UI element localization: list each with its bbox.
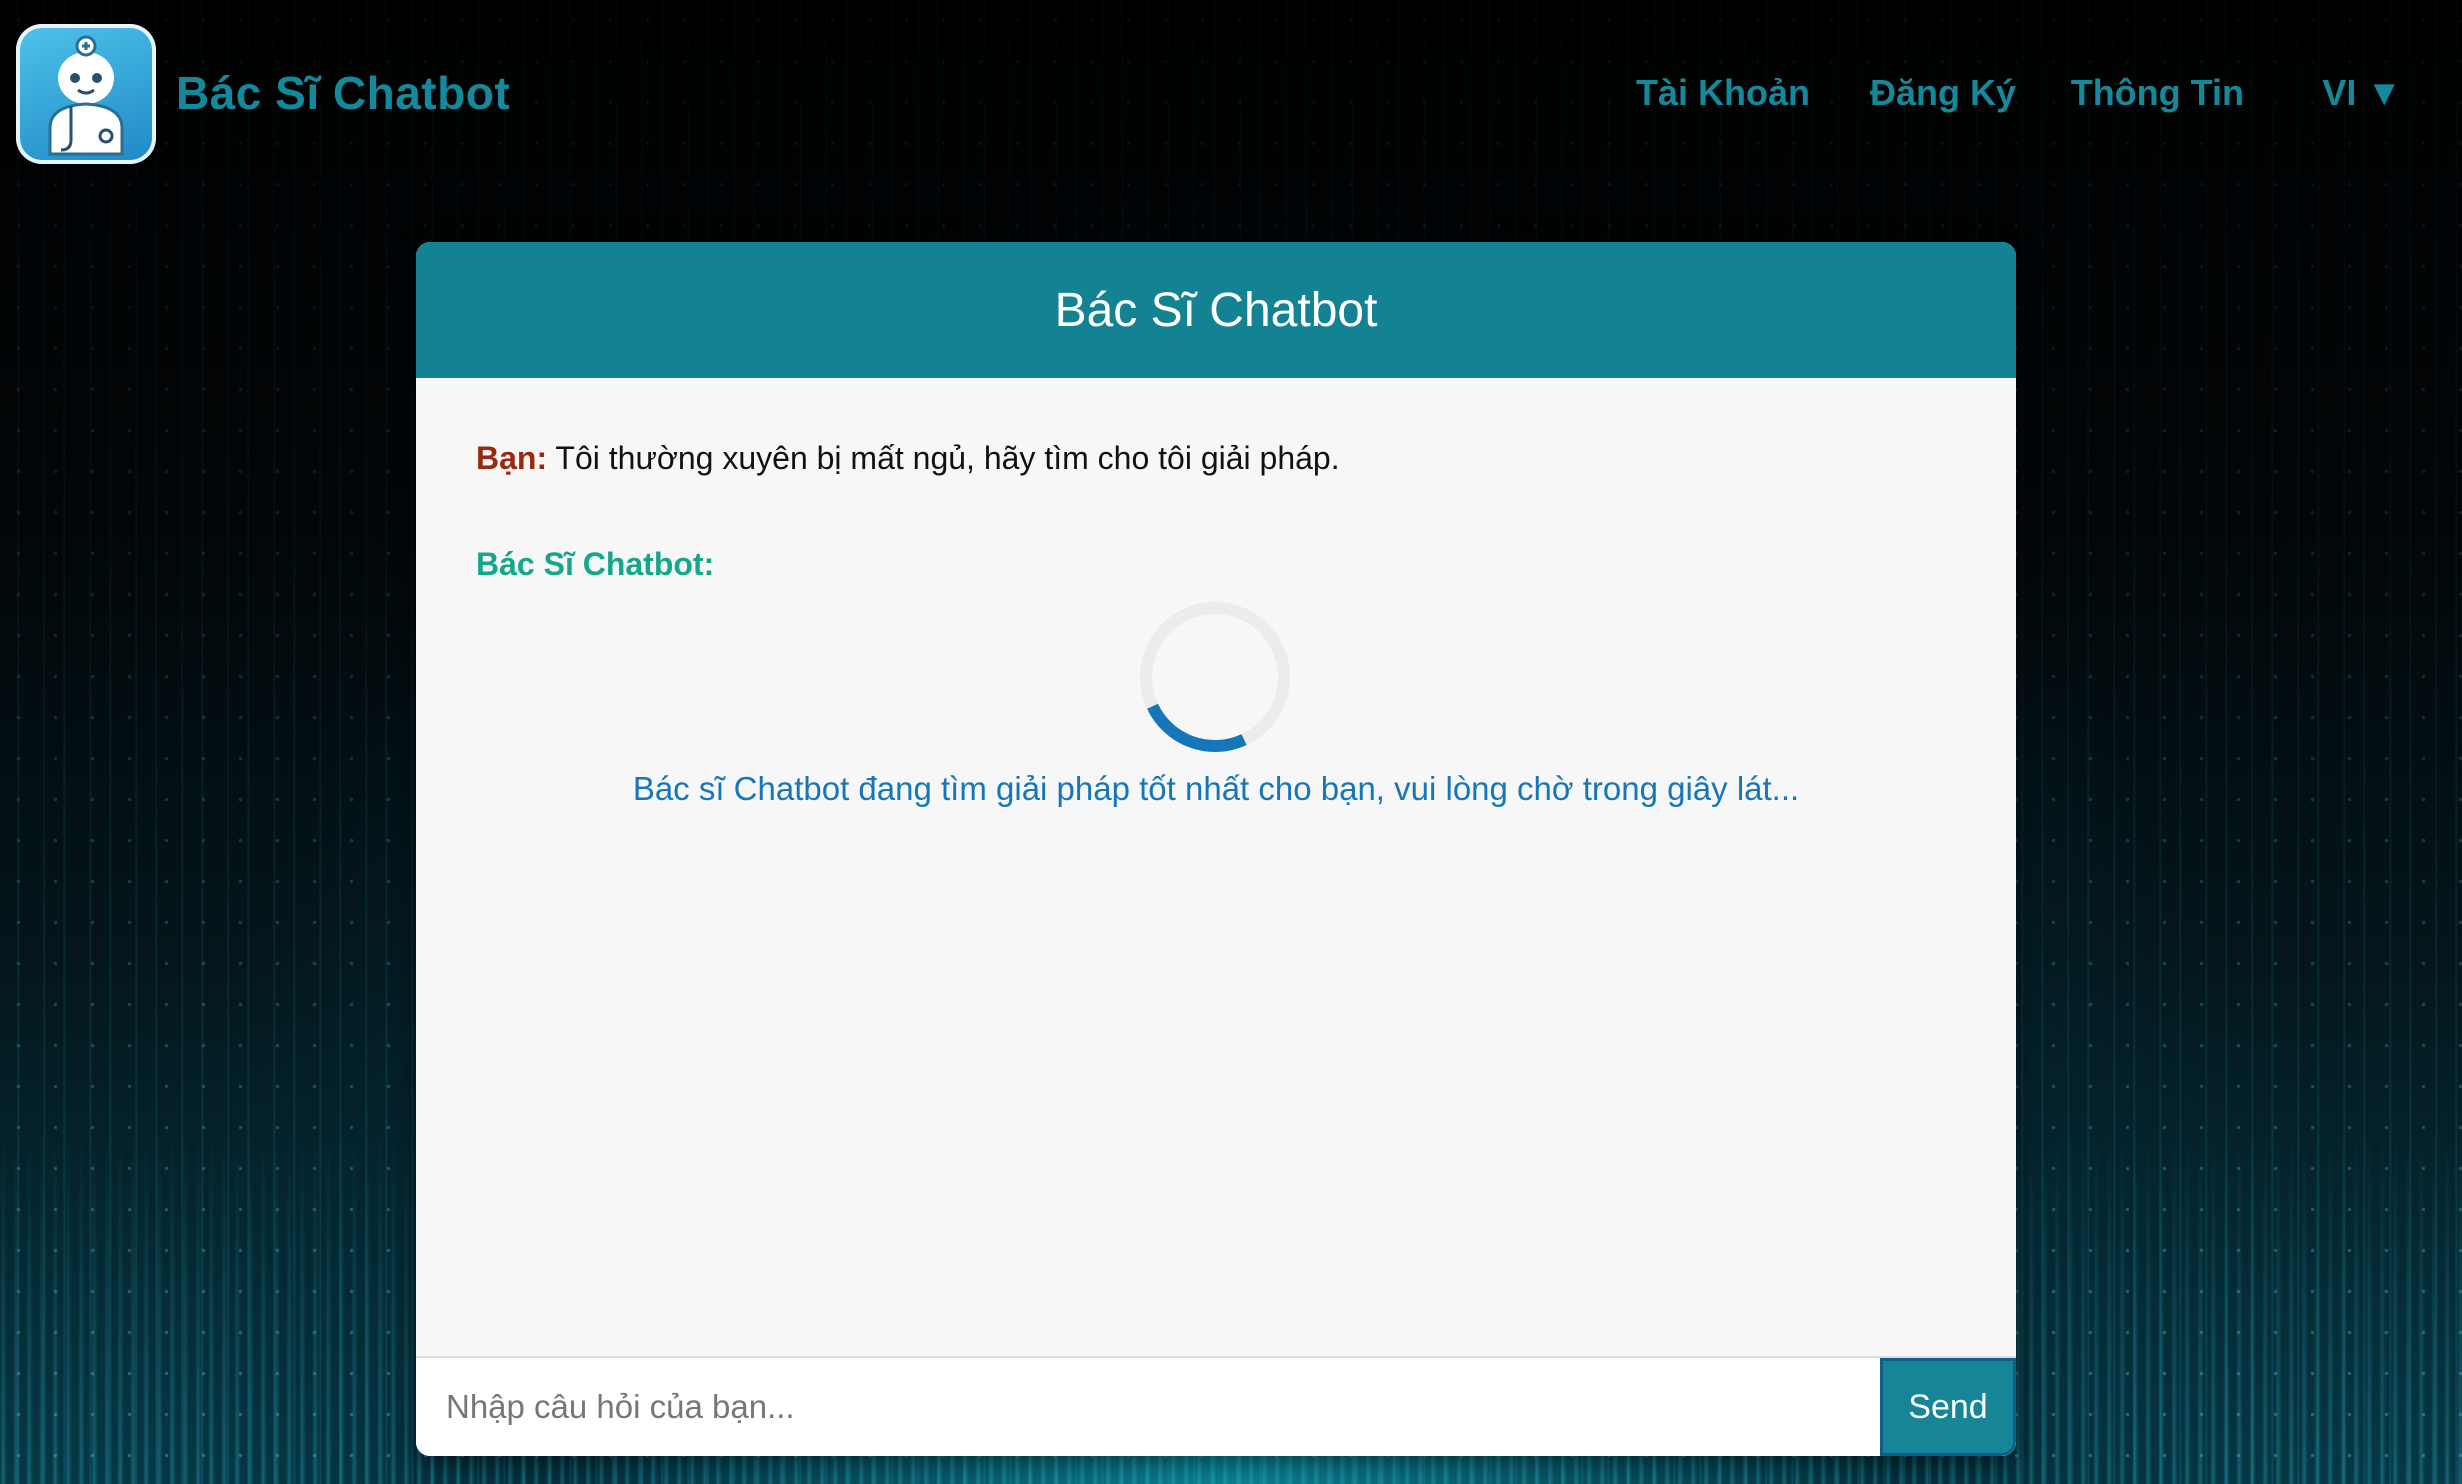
nav-account[interactable]: Tài Khoản — [1636, 72, 1810, 114]
loading-spinner-icon — [1118, 580, 1312, 774]
user-label: Bạn: — [476, 440, 548, 476]
user-message: Bạn: Tôi thường xuyên bị mất ngủ, hãy tì… — [476, 440, 1340, 477]
language-dropdown[interactable]: VI ▼ — [2322, 72, 2402, 114]
chat-title: Bác Sĩ Chatbot — [416, 242, 2016, 378]
bot-label: Bác Sĩ Chatbot: — [476, 546, 715, 582]
question-input[interactable] — [416, 1358, 1880, 1456]
chat-input-row: Send — [416, 1356, 2016, 1456]
nav-register[interactable]: Đăng Ký — [1870, 72, 2016, 114]
loading-text: Bác sĩ Chatbot đang tìm giải pháp tốt nh… — [632, 770, 1800, 807]
brand-title[interactable]: Bác Sĩ Chatbot — [176, 66, 510, 120]
nav-info[interactable]: Thông Tin — [2071, 72, 2244, 114]
doctor-robot-icon[interactable] — [16, 24, 156, 164]
send-button[interactable]: Send — [1880, 1358, 2016, 1456]
user-message-text: Tôi thường xuyên bị mất ngủ, hãy tìm cho… — [547, 440, 1340, 476]
chat-panel: Bác Sĩ Chatbot Bạn: Tôi thường xuyên bị … — [416, 242, 2016, 1456]
